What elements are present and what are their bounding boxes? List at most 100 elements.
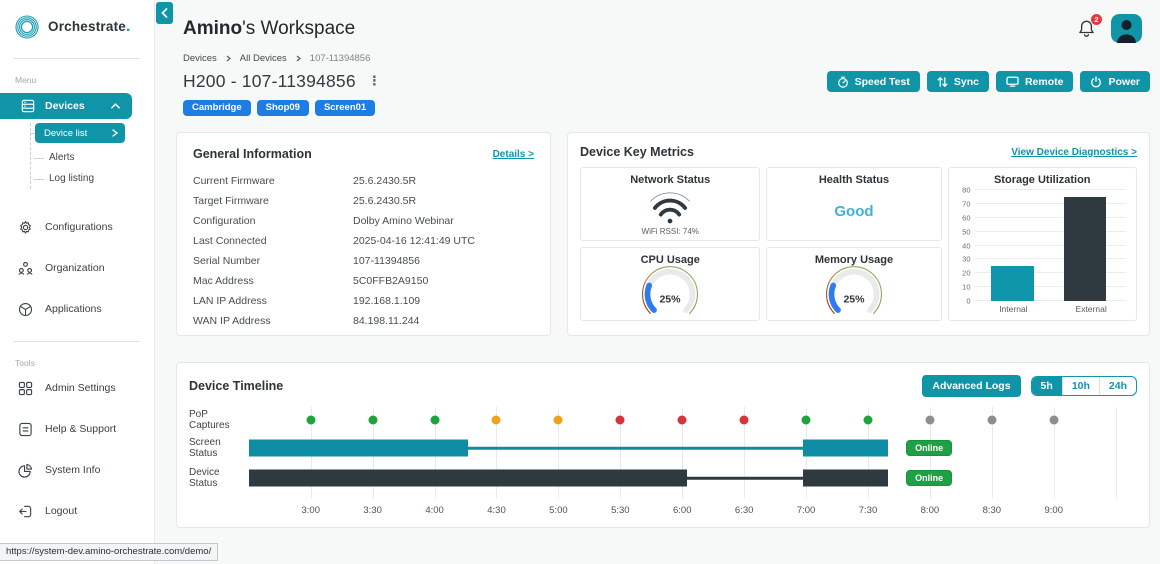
sync-icon — [937, 76, 948, 87]
pop-capture-dot-amber[interactable] — [491, 415, 501, 425]
sidebar-item-devices[interactable]: Devices — [0, 93, 132, 119]
sidebar-item-label: Applications — [45, 303, 102, 315]
pop-capture-dot-gray[interactable] — [987, 415, 997, 425]
info-row: Mac Address 5C0FFB2A9150 — [193, 271, 534, 291]
time-tick-label: 4:00 — [425, 505, 444, 516]
info-value: 25.6.2430.5R — [353, 195, 417, 207]
pop-captures-track — [249, 407, 1131, 433]
pop-capture-dot-green[interactable] — [368, 415, 378, 425]
sidebar-item-system-info[interactable]: System Info — [0, 458, 154, 482]
info-value: 84.198.11.244 — [353, 315, 420, 327]
package-icon — [17, 302, 33, 317]
user-avatar-icon — [1111, 14, 1142, 43]
kebab-menu-icon[interactable]: ⋮ — [368, 75, 381, 88]
card-title: General Information — [193, 147, 312, 161]
info-value: 25.6.2430.5R — [353, 175, 417, 187]
devices-icon — [21, 99, 35, 113]
sidebar-item-configurations[interactable]: Configurations — [0, 215, 154, 239]
pop-capture-dot-green[interactable] — [863, 415, 873, 425]
storage-bar-internal — [991, 266, 1034, 301]
time-tick-label: 7:00 — [796, 505, 816, 516]
row-label: PoP Captures — [189, 409, 230, 431]
card-title: Device Timeline — [189, 379, 284, 393]
time-tick-label: 8:30 — [982, 505, 1002, 516]
remote-button[interactable]: Remote — [995, 71, 1074, 92]
info-label: WAN IP Address — [193, 315, 271, 327]
online-badge: Online — [906, 440, 953, 456]
sidebar-item-logout[interactable]: Logout — [0, 499, 154, 523]
devices-subtree: Device list Alerts Log listing — [30, 123, 154, 189]
sidebar-item-device-list[interactable]: Device list — [30, 123, 125, 143]
subcard-title: Health Status — [818, 174, 890, 186]
pop-capture-dot-amber[interactable] — [553, 415, 563, 425]
pop-capture-dot-gray[interactable] — [925, 415, 935, 425]
pop-capture-dot-green[interactable] — [306, 415, 316, 425]
power-button[interactable]: Power — [1080, 71, 1150, 92]
pop-capture-dot-green[interactable] — [430, 415, 440, 425]
details-link[interactable]: Details > — [493, 149, 534, 160]
chevron-up-icon — [111, 103, 120, 109]
network-status-card: Network Status WiFi RSSI: 74% — [580, 167, 761, 241]
time-tick-label: 9:00 — [1044, 505, 1063, 516]
card-title: Device Key Metrics — [580, 145, 694, 159]
y-tick-label: 80 — [962, 185, 971, 195]
pop-capture-dot-red[interactable] — [615, 415, 625, 425]
sidebar-item-applications[interactable]: Applications — [0, 297, 154, 321]
info-row: WAN IP Address 84.198.11.244 — [193, 311, 534, 331]
y-tick-label: 0 — [966, 296, 971, 306]
sidebar: Orchestrate. Menu Devices Device list Al… — [0, 0, 155, 564]
cpu-usage-value: 25% — [660, 294, 682, 306]
device-tags: Cambridge Shop09 Screen01 — [183, 100, 1150, 116]
sidebar-item-admin-settings[interactable]: Admin Settings — [0, 376, 154, 400]
button-label: Power — [1108, 75, 1140, 88]
speed-test-button[interactable]: Speed Test — [826, 71, 920, 92]
notification-badge: 2 — [1090, 12, 1103, 26]
pie-icon — [17, 463, 33, 478]
device-tag: Screen01 — [314, 100, 376, 116]
document-icon — [17, 422, 33, 437]
sidebar-item-help-support[interactable]: Help & Support — [0, 417, 154, 441]
info-row: Last Connected 2025-04-16 12:41:49 UTC — [193, 231, 534, 251]
pop-capture-dot-gray[interactable] — [1049, 415, 1059, 425]
info-label: Last Connected — [193, 235, 267, 247]
range-tab-10h[interactable]: 10h — [1061, 377, 1099, 395]
general-info-rows: Current Firmware 25.6.2430.5R Target Firmw… — [193, 171, 534, 331]
info-row: LAN IP Address 192.168.1.109 — [193, 291, 534, 311]
sidebar-item-label: Devices — [45, 100, 85, 112]
info-value: Dolby Amino Webinar — [353, 215, 454, 227]
y-tick-label: 50 — [962, 227, 971, 237]
info-label: LAN IP Address — [193, 295, 267, 307]
info-label: Mac Address — [193, 275, 254, 287]
sidebar-item-label: Configurations — [45, 221, 113, 233]
breadcrumb-all-devices[interactable]: All Devices — [240, 53, 287, 64]
sidebar-item-organization[interactable]: Organization — [0, 256, 154, 280]
collapse-sidebar-button[interactable] — [156, 2, 173, 24]
sync-button[interactable]: Sync — [926, 71, 989, 92]
sidebar-item-label: Logout — [45, 505, 78, 517]
avatar[interactable] — [1111, 14, 1142, 43]
sidebar-item-log-listing[interactable]: Log listing — [34, 168, 154, 189]
pop-capture-dot-green[interactable] — [801, 415, 811, 425]
y-tick-label: 70 — [962, 199, 971, 209]
time-tick-label: 4:30 — [487, 505, 506, 516]
sidebar-item-alerts[interactable]: Alerts — [34, 147, 154, 168]
tools-section-label: Tools — [15, 358, 35, 368]
sidebar-item-label: Admin Settings — [45, 382, 116, 394]
sidebar-item-label: System Info — [45, 464, 101, 476]
pop-capture-dot-red[interactable] — [739, 415, 749, 425]
view-device-diagnostics-link[interactable]: View Device Diagnostics > — [1011, 147, 1137, 158]
range-tab-24h[interactable]: 24h — [1098, 377, 1136, 395]
y-tick-label: 60 — [962, 213, 971, 223]
grid-icon — [17, 381, 33, 396]
range-tab-5h[interactable]: 5h — [1031, 377, 1062, 395]
breadcrumb-devices[interactable]: Devices — [183, 53, 217, 64]
advanced-logs-button[interactable]: Advanced Logs — [922, 375, 1021, 397]
notifications-button[interactable]: 2 — [1076, 12, 1103, 40]
time-tick-label: 8:00 — [920, 505, 940, 516]
storage-x-labels: Internal External — [955, 304, 1131, 314]
x-tick-label: Internal — [999, 304, 1028, 314]
chevron-left-icon — [161, 8, 168, 18]
status-track: Online — [249, 463, 1131, 493]
pop-capture-dot-red[interactable] — [677, 415, 687, 425]
time-tick-label: 6:00 — [672, 505, 692, 516]
